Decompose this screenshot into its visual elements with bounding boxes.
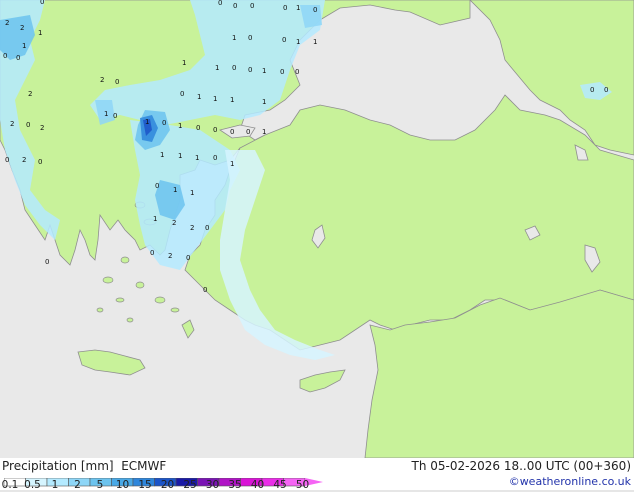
- scale-tick-label: 30: [205, 479, 220, 491]
- precip-value-marker: 2: [190, 224, 194, 232]
- precip-value-marker: 1: [178, 152, 182, 160]
- scale-tick-label: 10: [115, 479, 130, 491]
- run-info: Th 05-02-2026 18..00 UTC (00+360): [411, 459, 631, 473]
- precip-value-marker: 1: [104, 110, 108, 118]
- scale-tick-label: 40: [250, 479, 265, 491]
- precip-value-marker: 0: [282, 36, 286, 44]
- precip-value-marker: 2: [5, 19, 9, 27]
- precip-value-marker: 2: [172, 219, 176, 227]
- precip-value-marker: 2: [100, 76, 104, 84]
- precip-value-marker: 0: [205, 224, 209, 232]
- precip-value-marker: 2: [40, 124, 44, 132]
- precip-value-marker: 0: [295, 68, 299, 76]
- scale-tick-label: 15: [138, 479, 152, 491]
- precip-value-marker: 0: [5, 156, 9, 164]
- precip-value-marker: 0: [115, 78, 119, 86]
- precip-value-marker: 0: [248, 66, 252, 74]
- precip-value-marker: 0: [40, 0, 44, 6]
- precip-value-marker: 0: [233, 2, 237, 10]
- precip-value-marker: 2: [10, 120, 14, 128]
- precip-value-marker: 1: [262, 128, 266, 136]
- precip-value-marker: 1: [22, 42, 26, 50]
- precip-value-marker: 1: [296, 4, 300, 12]
- precip-value-marker: 1: [313, 38, 317, 46]
- precip-value-marker: 1: [197, 93, 201, 101]
- precip-value-marker: 1: [178, 122, 182, 130]
- precip-value-marker: 1: [182, 59, 186, 67]
- precip-value-marker: 0: [280, 68, 284, 76]
- scale-tick-label: 50: [295, 479, 310, 491]
- precip-value-marker: 1: [190, 189, 194, 197]
- scale-tick-label: 0.1: [1, 479, 19, 491]
- scale-tick-label: 45: [273, 479, 287, 491]
- precip-value-marker: 2: [168, 252, 172, 260]
- precip-value-marker: 0: [196, 124, 200, 132]
- precip-value-marker: 1: [145, 118, 149, 126]
- precip-value-marker: 0: [230, 128, 234, 136]
- precip-value-marker: 0: [150, 249, 154, 257]
- precip-value-marker: 1: [153, 215, 157, 223]
- precip-value-marker: 2: [28, 90, 32, 98]
- scale-tick-label: 35: [228, 479, 242, 491]
- precip-value-marker: 0: [283, 4, 287, 12]
- precip-value-marker: 1: [38, 29, 42, 37]
- precip-value-marker: 1: [296, 38, 300, 46]
- credit-link[interactable]: ©weatheronline.co.uk: [509, 475, 631, 489]
- precip-value-marker: 0: [218, 0, 222, 7]
- scale-tick-label: 25: [183, 479, 197, 491]
- precip-value-marker: 0: [38, 158, 42, 166]
- precip-value-marker: 1: [230, 96, 234, 104]
- precip-value-marker: 0: [16, 54, 20, 62]
- precip-value-marker: 0: [590, 86, 594, 94]
- precip-value-marker: 1: [262, 98, 266, 106]
- precip-value-marker: 0: [162, 119, 166, 127]
- precip-value-marker: 0: [246, 128, 250, 136]
- precip-value-marker: 0: [232, 64, 236, 72]
- scale-tick-label: 5: [96, 479, 104, 491]
- precip-value-marker: 0: [203, 286, 207, 294]
- precip-value-marker: 1: [173, 186, 177, 194]
- precip-value-marker: 0: [604, 86, 608, 94]
- precip-value-marker: 1: [213, 95, 217, 103]
- map-title: Precipitation [mm] ECMWF: [2, 459, 167, 473]
- precip-value-marker: 0: [213, 154, 217, 162]
- precip-value-marker: 1: [262, 67, 266, 75]
- footer-bar: Precipitation [mm] ECMWF Th 05-02-2026 1…: [0, 458, 634, 491]
- scale-tick-label: 20: [160, 479, 175, 491]
- precip-value-marker: 1: [195, 154, 199, 162]
- precip-value-marker: 0: [180, 90, 184, 98]
- precip-value-marker: 0: [186, 254, 190, 262]
- precip-value-marker: 0: [213, 126, 217, 134]
- precip-value-marker: 1: [215, 64, 219, 72]
- precip-value-marker: 1: [160, 151, 164, 159]
- precip-value-marker: 0: [45, 258, 49, 266]
- precip-value-marker: 1: [232, 34, 236, 42]
- precip-value-marker: 0: [26, 121, 30, 129]
- precip-value-marker: 0: [313, 6, 317, 14]
- scale-tick-label: 0.5: [24, 479, 41, 491]
- precip-value-marker: 2: [22, 156, 26, 164]
- precip-value-marker: 0: [3, 52, 7, 60]
- precip-value-marker: 1: [230, 160, 234, 168]
- precip-value-marker: 0: [248, 34, 252, 42]
- precip-value-marker: 2: [20, 24, 24, 32]
- precip-value-marker: 0: [250, 2, 254, 10]
- precip-value-marker: 0: [113, 112, 117, 120]
- precip-value-marker: 0: [155, 182, 159, 190]
- precipitation-map: 2211000000010100111100100200111122021001…: [0, 0, 634, 459]
- scale-tick-label: 2: [74, 479, 81, 491]
- scale-tick-label: 1: [51, 479, 59, 491]
